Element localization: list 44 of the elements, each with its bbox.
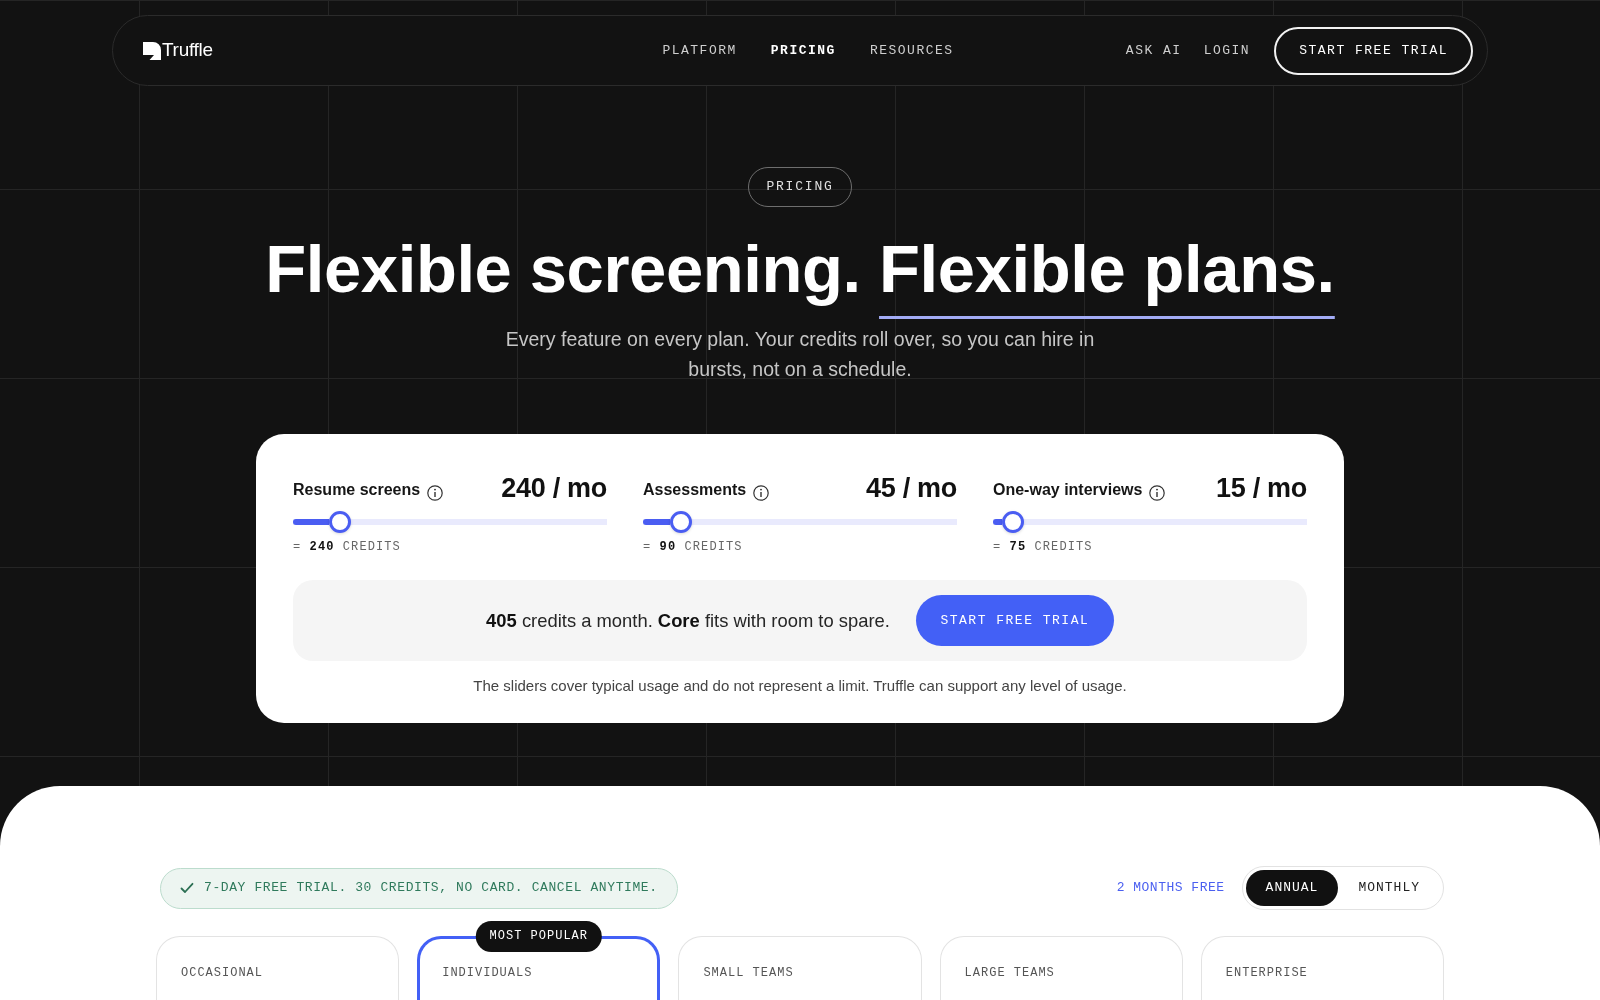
popular-badge: MOST POPULAR — [475, 921, 602, 952]
slider-thumb[interactable] — [329, 511, 352, 533]
info-icon[interactable] — [753, 485, 770, 501]
plan-name: INDIVIDUALS — [442, 965, 534, 981]
nav-link[interactable]: ASK AI — [1125, 40, 1182, 61]
nav-link[interactable]: LOGIN — [1203, 40, 1251, 61]
credits-text: = 240 CREDITS — [293, 539, 402, 555]
summary-text: 405 credits a month. Core fits with room to spare. — [486, 608, 890, 633]
info-icon[interactable] — [427, 485, 444, 501]
slider-label: Assessments — [643, 480, 747, 500]
slider-value: 15 / mo — [1216, 472, 1307, 504]
logo-icon — [143, 41, 161, 60]
plan-card[interactable]: OCCASIONAL — [156, 936, 400, 1000]
home-logo-link[interactable]: Truffle — [143, 36, 213, 65]
plan-card[interactable]: SMALL TEAMS — [678, 936, 922, 1000]
billing-option[interactable]: ANNUAL — [1245, 870, 1339, 906]
headline-text: Flexible screening. — [265, 231, 861, 308]
billing-option[interactable]: MONTHLY — [1338, 870, 1440, 906]
start-trial-button[interactable]: START FREE TRIAL — [915, 595, 1114, 646]
start-trial-button[interactable]: START FREE TRIAL — [1274, 26, 1473, 75]
plan-card[interactable]: ENTERPRISE — [1200, 936, 1444, 1000]
slider-label: Resume screens — [293, 480, 421, 500]
subtitle: Every feature on every plan. Your credits roll over, so you can hire in bursts, not on a schedule. — [504, 327, 1096, 382]
discount-text: 2 MONTHS FREE — [1116, 879, 1225, 898]
plan-name: OCCASIONAL — [181, 965, 264, 981]
credits-text: = 75 CREDITS — [993, 539, 1094, 555]
slider-thumb[interactable] — [1002, 511, 1025, 533]
disclaimer-text: The sliders cover typical usage and do not represent a limit. Truffle can support any level of usage. — [472, 676, 1128, 696]
plan-name: SMALL TEAMS — [703, 965, 795, 981]
slider-value: 45 / mo — [866, 472, 957, 504]
check-icon — [180, 882, 194, 894]
trial-text: 7-DAY FREE TRIAL. 30 CREDITS, NO CARD. CANCEL ANYTIME. — [204, 879, 658, 898]
nav-link[interactable]: PRICING — [770, 40, 836, 61]
slider-label: One-way interviews — [993, 480, 1143, 500]
slider-thumb[interactable] — [669, 511, 692, 533]
info-icon[interactable] — [1149, 485, 1166, 501]
nav-link[interactable]: RESOURCES — [869, 40, 954, 61]
plan-name: LARGE TEAMS — [964, 965, 1056, 981]
credits-text: = 90 CREDITS — [643, 539, 744, 555]
plan-card[interactable]: LARGE TEAMS — [939, 936, 1183, 1000]
nav-link[interactable]: PLATFORM — [662, 40, 737, 61]
plan-name: ENTERPRISE — [1225, 965, 1309, 981]
headline-text: Flexible plans. — [879, 231, 1335, 308]
slider-value: 240 / mo — [501, 472, 607, 504]
